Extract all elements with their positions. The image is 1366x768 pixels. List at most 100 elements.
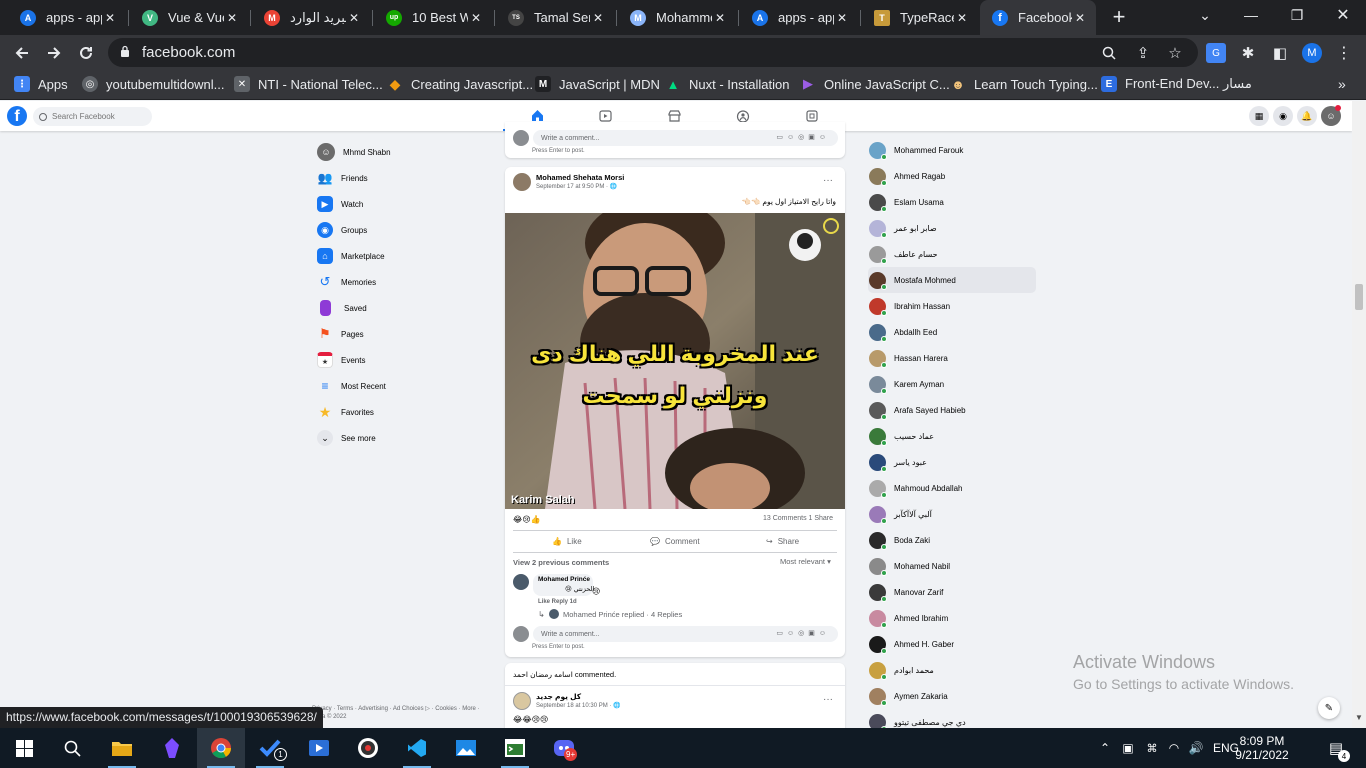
reload-button[interactable]: [72, 39, 100, 67]
taskbar-search-button[interactable]: [48, 728, 96, 768]
post-author[interactable]: Mohamed Shehata Morsi: [536, 173, 624, 182]
contact-item[interactable]: Hassan Harera: [868, 345, 1036, 371]
contact-item[interactable]: Aymen Zakaria: [868, 683, 1036, 709]
forward-button[interactable]: [40, 39, 68, 67]
bookmark-item[interactable]: E Front-End Dev... مسار: [1101, 76, 1252, 92]
contact-item[interactable]: Karem Ayman: [868, 371, 1036, 397]
contact-item[interactable]: عبود ياسر: [868, 449, 1036, 475]
comment-input[interactable]: Write a comment... ▭☺◎▣☺: [533, 626, 838, 642]
tab-close-icon[interactable]: ✕: [712, 10, 728, 26]
nav-marketplace[interactable]: ⌂ Marketplace: [312, 244, 472, 268]
contact-item[interactable]: Abdallh Eed: [868, 319, 1036, 345]
todo-button[interactable]: 1: [246, 728, 294, 768]
contact-item[interactable]: Manovar Zarif: [868, 579, 1036, 605]
menu-grid-icon[interactable]: ▦: [1249, 106, 1269, 126]
nav-events[interactable]: ★ Events: [312, 348, 472, 372]
post-image[interactable]: عند المخروبة اللي هناك دى ونزلني لو سمحت…: [505, 213, 845, 509]
more-bookmarks-icon[interactable]: »: [1338, 76, 1346, 92]
ime-icon[interactable]: ⌘: [1141, 742, 1163, 755]
share-icon[interactable]: ⇪: [1134, 44, 1152, 62]
back-button[interactable]: [8, 39, 36, 67]
reaction-icons[interactable]: 😂😢👍: [513, 515, 541, 524]
bookmark-item[interactable]: ▶ Online JavaScript C...: [800, 76, 950, 92]
contact-item[interactable]: Boda Zaki: [868, 527, 1036, 553]
vscode-button[interactable]: [393, 728, 441, 768]
contact-item[interactable]: صابر ابو عمر: [868, 215, 1036, 241]
restore-button[interactable]: ❐: [1274, 0, 1320, 30]
media-player-button[interactable]: [295, 728, 343, 768]
lock-icon[interactable]: [120, 45, 130, 57]
photos-button[interactable]: [442, 728, 490, 768]
contact-item[interactable]: Ibrahim Hassan: [868, 293, 1036, 319]
comment-tools-icon[interactable]: ▭☺◎▣☺: [776, 629, 830, 637]
most-relevant-dropdown[interactable]: Most relevant ▾: [780, 557, 831, 566]
comment-tools-icon[interactable]: ▭☺◎▣☺: [776, 133, 830, 141]
replies-link[interactable]: Mohamed Prinće replied · 4 Replies: [563, 610, 682, 619]
browser-tab[interactable]: A apps - app ✕: [740, 0, 858, 35]
view-previous-comments[interactable]: View 2 previous comments: [513, 558, 609, 567]
nav-friends[interactable]: 👥 Friends: [312, 166, 472, 190]
post-options-icon[interactable]: ···: [823, 694, 833, 705]
notification-center-button[interactable]: ▤ 4: [1320, 728, 1352, 768]
messenger-icon[interactable]: ◉: [1273, 106, 1293, 126]
bookmark-star-icon[interactable]: ☆: [1166, 44, 1184, 62]
nav-watch[interactable]: ▶ Watch: [312, 192, 472, 216]
close-window-button[interactable]: ✕: [1320, 0, 1366, 30]
contact-item[interactable]: Arafa Sayed Habieb: [868, 397, 1036, 423]
tab-close-icon[interactable]: ✕: [834, 10, 850, 26]
file-explorer-button[interactable]: [98, 728, 146, 768]
bookmark-item[interactable]: ✕ NTI - National Telec...: [234, 76, 383, 92]
commenter-avatar[interactable]: [513, 574, 529, 590]
tab-close-icon[interactable]: ✕: [102, 10, 118, 26]
nav-favorites[interactable]: ★ Favorites: [312, 400, 472, 424]
contact-item[interactable]: Mohamed Nabil: [868, 553, 1036, 579]
show-hidden-icons-icon[interactable]: ⌃: [1095, 741, 1115, 755]
bookmark-item[interactable]: ◎ youtubemultidownl...: [82, 76, 225, 92]
browser-tab[interactable]: V Vue & Vue ✕: [130, 0, 248, 35]
new-tab-button[interactable]: +: [1108, 4, 1130, 30]
browser-tab[interactable]: M البريد الوارد ✕: [252, 0, 370, 35]
contact-item[interactable]: محمد ابوادم: [868, 657, 1036, 683]
page-avatar[interactable]: [513, 692, 531, 710]
browser-tab[interactable]: up 10 Best We ✕: [374, 0, 492, 35]
contact-item[interactable]: Ahmed H. Gaber: [868, 631, 1036, 657]
comment-author[interactable]: Mohamed Prinće: [538, 576, 590, 583]
start-button[interactable]: [0, 728, 48, 768]
notifications-bell-icon[interactable]: 🔔: [1297, 106, 1317, 126]
bookmark-item[interactable]: ⋮ Apps: [14, 76, 68, 92]
wifi-icon[interactable]: ◠: [1163, 741, 1185, 755]
like-button[interactable]: 👍 Like: [552, 530, 582, 552]
chrome-menu-icon[interactable]: ⋮: [1334, 43, 1354, 63]
address-bar[interactable]: facebook.com ⇪ ☆: [108, 38, 1198, 67]
nav-most-recent[interactable]: ≡ Most Recent: [312, 374, 472, 398]
post-timestamp[interactable]: September 18 at 10:30 PM · 🌐: [536, 702, 621, 709]
discord-button[interactable]: 9+: [540, 728, 588, 768]
contact-item[interactable]: Ahmed Ragab: [868, 163, 1036, 189]
zoom-icon[interactable]: [1100, 44, 1118, 62]
screen-recorder-button[interactable]: [344, 728, 392, 768]
profile-avatar[interactable]: M: [1302, 43, 1322, 63]
browser-tab[interactable]: M Mohamme ✕: [618, 0, 736, 35]
extensions-puzzle-icon[interactable]: ✱: [1238, 43, 1258, 63]
contact-item[interactable]: آلبي آلاآكآبر: [868, 501, 1036, 527]
contact-item-hovered[interactable]: Mostafa Mohmed: [868, 267, 1036, 293]
tab-close-icon[interactable]: ✕: [1072, 10, 1088, 26]
contact-item[interactable]: Mahmoud Abdallah: [868, 475, 1036, 501]
terminal-button[interactable]: [491, 728, 539, 768]
contact-item[interactable]: Ahmed Ibrahim: [868, 605, 1036, 631]
side-panel-icon[interactable]: ◧: [1270, 43, 1290, 63]
search-input[interactable]: [52, 112, 147, 121]
browser-tab[interactable]: A apps - app ✕: [8, 0, 126, 35]
scrollbar-thumb[interactable]: [1355, 284, 1363, 310]
tab-search-icon[interactable]: ⌄: [1182, 0, 1228, 30]
contact-item[interactable]: Eslam Usama: [868, 189, 1036, 215]
author-avatar[interactable]: [513, 173, 531, 191]
tab-close-icon[interactable]: ✕: [954, 10, 970, 26]
nav-memories[interactable]: ↺ Memories: [312, 270, 472, 294]
share-button[interactable]: ↪ Share: [766, 530, 799, 552]
tab-close-icon[interactable]: ✕: [346, 10, 362, 26]
nav-groups[interactable]: ◉ Groups: [312, 218, 472, 242]
page-name[interactable]: كل يوم جديد: [536, 692, 581, 701]
contact-item[interactable]: حسام عاطف: [868, 241, 1036, 267]
browser-tab[interactable]: TS Tamal Sen ✕: [496, 0, 614, 35]
